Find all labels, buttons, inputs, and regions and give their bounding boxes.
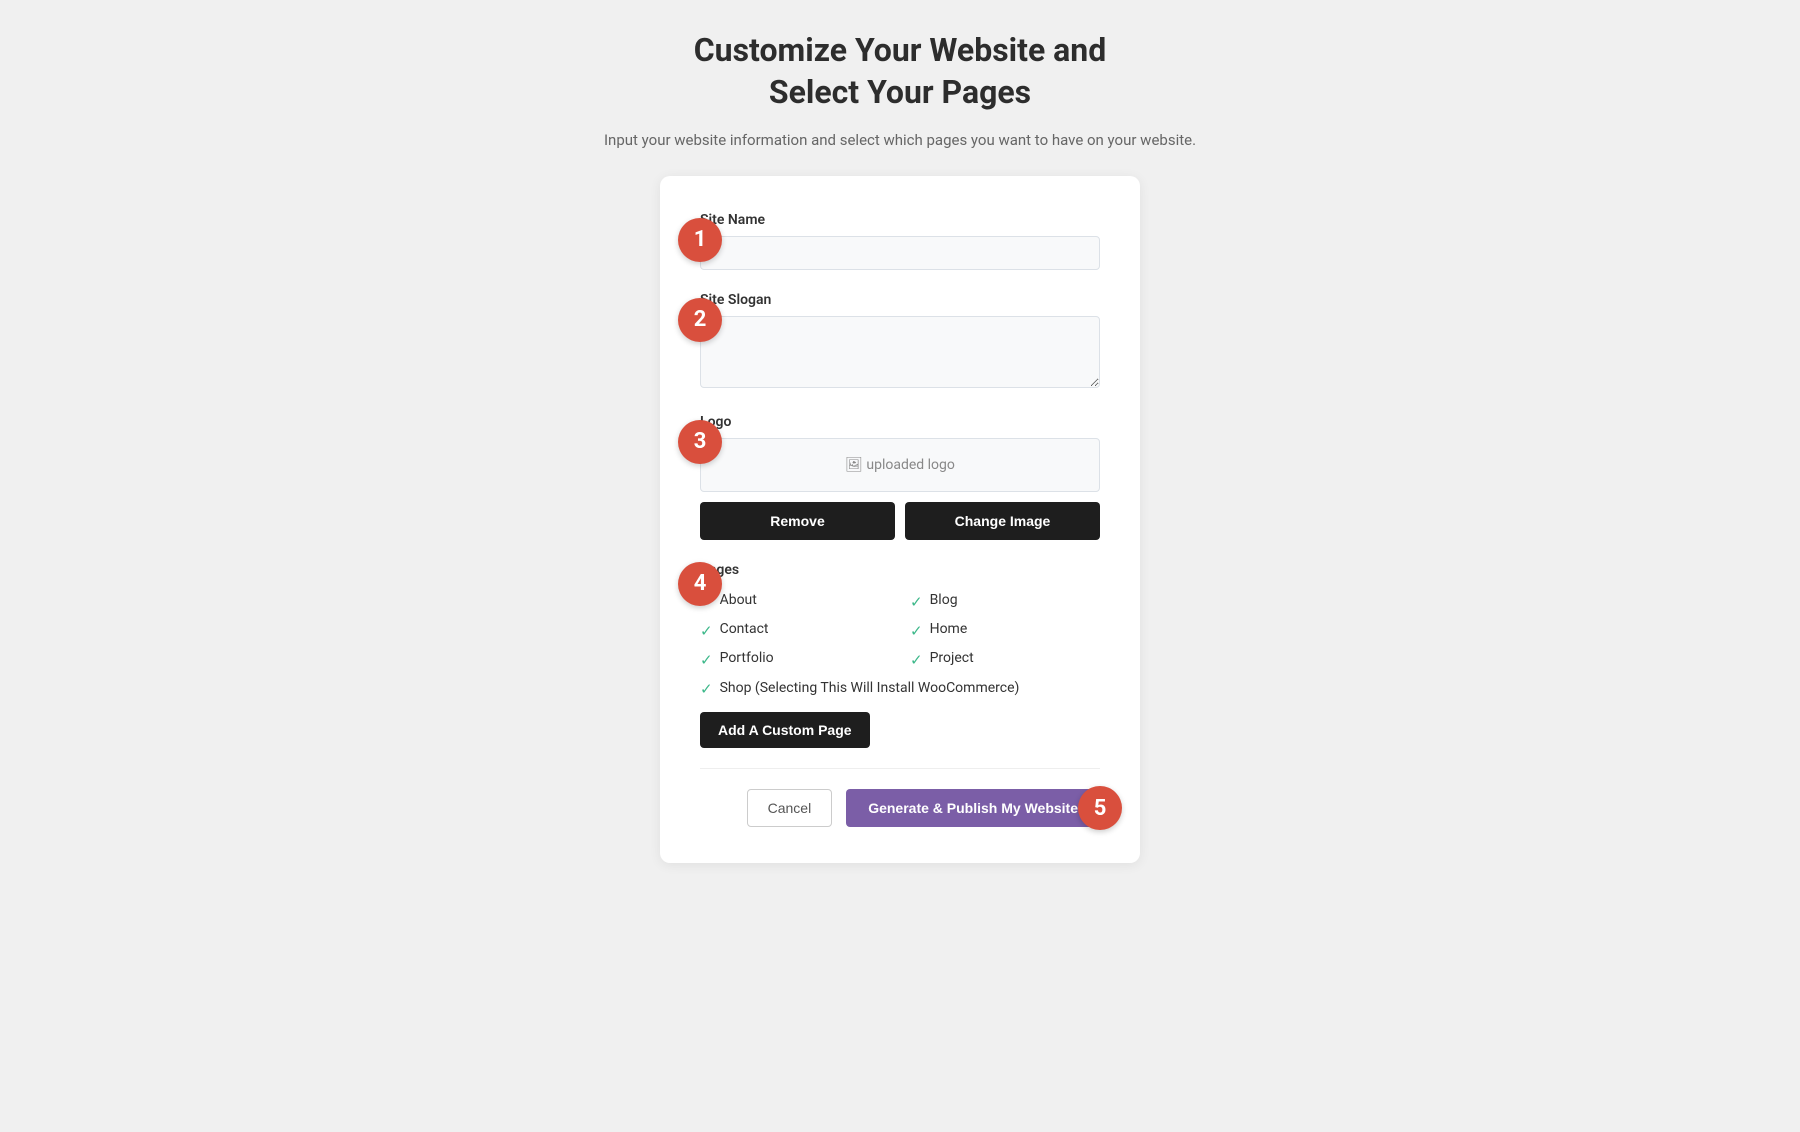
page-name-blog: Blog: [930, 592, 958, 608]
remove-button[interactable]: Remove: [700, 502, 895, 540]
site-slogan-label: Site Slogan: [700, 292, 1100, 308]
add-custom-page-button[interactable]: Add A Custom Page: [700, 712, 870, 748]
logo-buttons: Remove Change Image: [700, 502, 1100, 540]
page-name-project: Project: [930, 650, 974, 666]
page-subtitle: Input your website information and selec…: [604, 129, 1196, 152]
page-name-portfolio: Portfolio: [720, 650, 774, 666]
step-5-badge: 5: [1078, 786, 1122, 830]
check-icon: ✓: [700, 680, 713, 698]
site-name-label: Site Name: [700, 212, 1100, 228]
list-item[interactable]: ✓ Home: [910, 621, 1100, 640]
check-icon: ✓: [910, 622, 923, 640]
site-name-field-group: 1 Site Name: [700, 212, 1100, 270]
cancel-button[interactable]: Cancel: [747, 789, 833, 827]
list-item[interactable]: ✓ About: [700, 592, 890, 611]
list-item[interactable]: ✓ Contact: [700, 621, 890, 640]
page-name-home: Home: [930, 621, 968, 637]
site-name-input[interactable]: [700, 236, 1100, 270]
step-1-badge: 1: [678, 218, 722, 262]
shop-page-label: Shop (Selecting This Will Install WooCom…: [720, 679, 1020, 699]
logo-label: Logo: [700, 414, 1100, 430]
check-icon: ✓: [700, 622, 713, 640]
site-slogan-input[interactable]: [700, 316, 1100, 388]
generate-publish-button[interactable]: Generate & Publish My Website: [846, 789, 1100, 827]
list-item[interactable]: ✓ Portfolio: [700, 650, 890, 669]
pages-grid: ✓ About ✓ Blog ✓ Contact ✓ Home ✓ Portfo…: [700, 592, 1100, 669]
list-item[interactable]: ✓ Blog: [910, 592, 1100, 611]
pages-section: 4 Pages ✓ About ✓ Blog ✓ Contact ✓ Home …: [700, 562, 1100, 749]
card-footer: Cancel Generate & Publish My Website 5: [700, 789, 1100, 827]
form-card: 1 Site Name 2 Site Slogan 3 Logo 🖼 uploa…: [660, 176, 1140, 864]
step-4-badge: 4: [678, 562, 722, 606]
page-title: Customize Your Website and Select Your P…: [604, 30, 1196, 113]
shop-page-item[interactable]: ✓ Shop (Selecting This Will Install WooC…: [700, 679, 1100, 699]
logo-preview: 🖼 uploaded logo: [700, 438, 1100, 492]
page-name-contact: Contact: [720, 621, 769, 637]
step-2-badge: 2: [678, 298, 722, 342]
list-item[interactable]: ✓ Project: [910, 650, 1100, 669]
check-icon: ✓: [910, 651, 923, 669]
site-slogan-field-group: 2 Site Slogan: [700, 292, 1100, 392]
pages-label: Pages: [700, 562, 1100, 578]
divider: [700, 768, 1100, 769]
page-name-about: About: [720, 592, 757, 608]
check-icon: ✓: [700, 651, 713, 669]
logo-preview-text: 🖼 uploaded logo: [845, 457, 955, 473]
check-icon: ✓: [910, 593, 923, 611]
logo-field-group: 3 Logo 🖼 uploaded logo Remove Change Ima…: [700, 414, 1100, 540]
page-header: Customize Your Website and Select Your P…: [604, 30, 1196, 152]
change-image-button[interactable]: Change Image: [905, 502, 1100, 540]
step-3-badge: 3: [678, 420, 722, 464]
